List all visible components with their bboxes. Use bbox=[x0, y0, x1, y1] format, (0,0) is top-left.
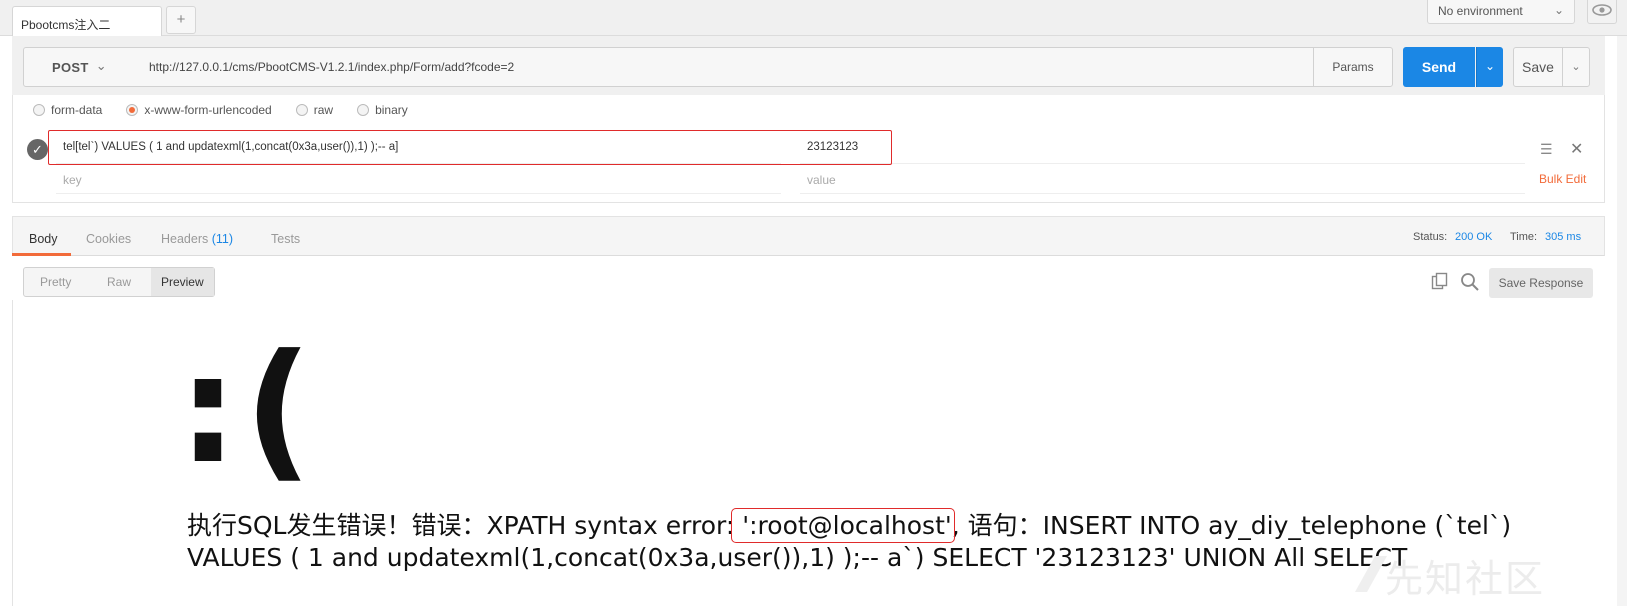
method-select[interactable]: POST ⌄ bbox=[23, 47, 140, 87]
params-button[interactable]: Params bbox=[1313, 47, 1393, 87]
close-icon[interactable]: ✕ bbox=[1570, 139, 1583, 159]
tab-tests[interactable]: Tests bbox=[271, 232, 300, 246]
add-tab-button[interactable]: + bbox=[166, 6, 196, 34]
radio-raw[interactable]: raw bbox=[295, 103, 334, 117]
body-mode-group: form-data x-www-form-urlencoded raw bina… bbox=[33, 102, 432, 118]
headers-count-badge: (11) bbox=[211, 232, 234, 246]
annotation-highlight-box bbox=[48, 130, 892, 165]
send-dropdown-button[interactable]: ⌄ bbox=[1476, 47, 1503, 87]
radio-x-www-form-urlencoded[interactable]: x-www-form-urlencoded bbox=[126, 103, 272, 117]
tab-cookies[interactable]: Cookies bbox=[86, 232, 131, 246]
radio-icon bbox=[33, 104, 45, 116]
radio-binary[interactable]: binary bbox=[357, 103, 408, 117]
new-value-input[interactable]: value bbox=[800, 166, 1525, 194]
chevron-down-icon: ⌄ bbox=[1553, 3, 1564, 17]
row-enabled-checkbox[interactable]: ✓ bbox=[27, 139, 48, 160]
form-value-input[interactable]: 23123123 bbox=[800, 130, 1525, 164]
error-highlight: ':root@localhost' bbox=[731, 508, 955, 543]
radio-label: raw bbox=[313, 103, 334, 117]
radio-label: x-www-form-urlencoded bbox=[144, 103, 272, 117]
tab-body[interactable]: Body bbox=[29, 232, 58, 246]
error-text: 执行SQL发生错误！错误：XPATH syntax error: bbox=[187, 511, 735, 540]
status-value[interactable]: 200 OK bbox=[1455, 231, 1492, 243]
status-label: Status: bbox=[1413, 231, 1448, 243]
time-value[interactable]: 305 ms bbox=[1545, 231, 1581, 243]
radio-form-data[interactable]: form-data bbox=[33, 103, 102, 117]
raw-button[interactable]: Raw bbox=[87, 268, 150, 296]
pretty-button[interactable]: Pretty bbox=[24, 268, 87, 296]
radio-label: binary bbox=[375, 103, 408, 117]
watermark: 先知社区 bbox=[1385, 557, 1546, 601]
tab-headers[interactable]: Headers (11) bbox=[161, 232, 233, 246]
request-tab-bar bbox=[0, 0, 1627, 36]
eye-icon[interactable] bbox=[1587, 0, 1617, 24]
hamburger-icon[interactable]: ☰ bbox=[1540, 141, 1553, 158]
send-button[interactable]: Send bbox=[1403, 47, 1475, 87]
time-label: Time: bbox=[1510, 231, 1538, 243]
view-mode-group: Pretty Raw Preview bbox=[23, 267, 215, 297]
environment-select[interactable]: No environment ⌄ bbox=[1427, 0, 1575, 24]
response-tab-bar: Body Cookies Headers (11) Tests bbox=[12, 216, 1605, 256]
request-tab[interactable]: Pbootcms注入二 bbox=[12, 6, 162, 37]
radio-icon bbox=[357, 104, 370, 116]
environment-label: No environment bbox=[1438, 4, 1523, 18]
radio-selected-icon bbox=[126, 104, 139, 116]
method-label: POST bbox=[52, 60, 89, 75]
new-key-input[interactable]: key bbox=[56, 166, 781, 194]
active-tab-indicator bbox=[12, 253, 71, 256]
url-input[interactable]: http://127.0.0.1/cms/PbootCMS-V1.2.1/ind… bbox=[139, 47, 1314, 87]
tab-headers-label: Headers bbox=[161, 232, 209, 246]
bulk-edit-link[interactable]: Bulk Edit bbox=[1539, 172, 1586, 186]
scrollbar[interactable] bbox=[1617, 36, 1627, 606]
chevron-down-icon: ⌄ bbox=[95, 58, 107, 73]
chevron-down-icon: ⌄ bbox=[1571, 61, 1581, 73]
chevron-down-icon: ⌄ bbox=[1484, 59, 1496, 73]
radio-label: form-data bbox=[51, 103, 103, 117]
save-dropdown-button[interactable]: ⌄ bbox=[1562, 47, 1590, 87]
radio-icon bbox=[295, 104, 308, 116]
save-response-button[interactable]: Save Response bbox=[1489, 268, 1593, 298]
sad-face-text: :( bbox=[178, 323, 319, 497]
copy-icon[interactable] bbox=[1431, 272, 1449, 290]
save-button[interactable]: Save bbox=[1513, 47, 1563, 87]
search-icon[interactable] bbox=[1460, 272, 1480, 292]
preview-button[interactable]: Preview bbox=[150, 268, 214, 296]
